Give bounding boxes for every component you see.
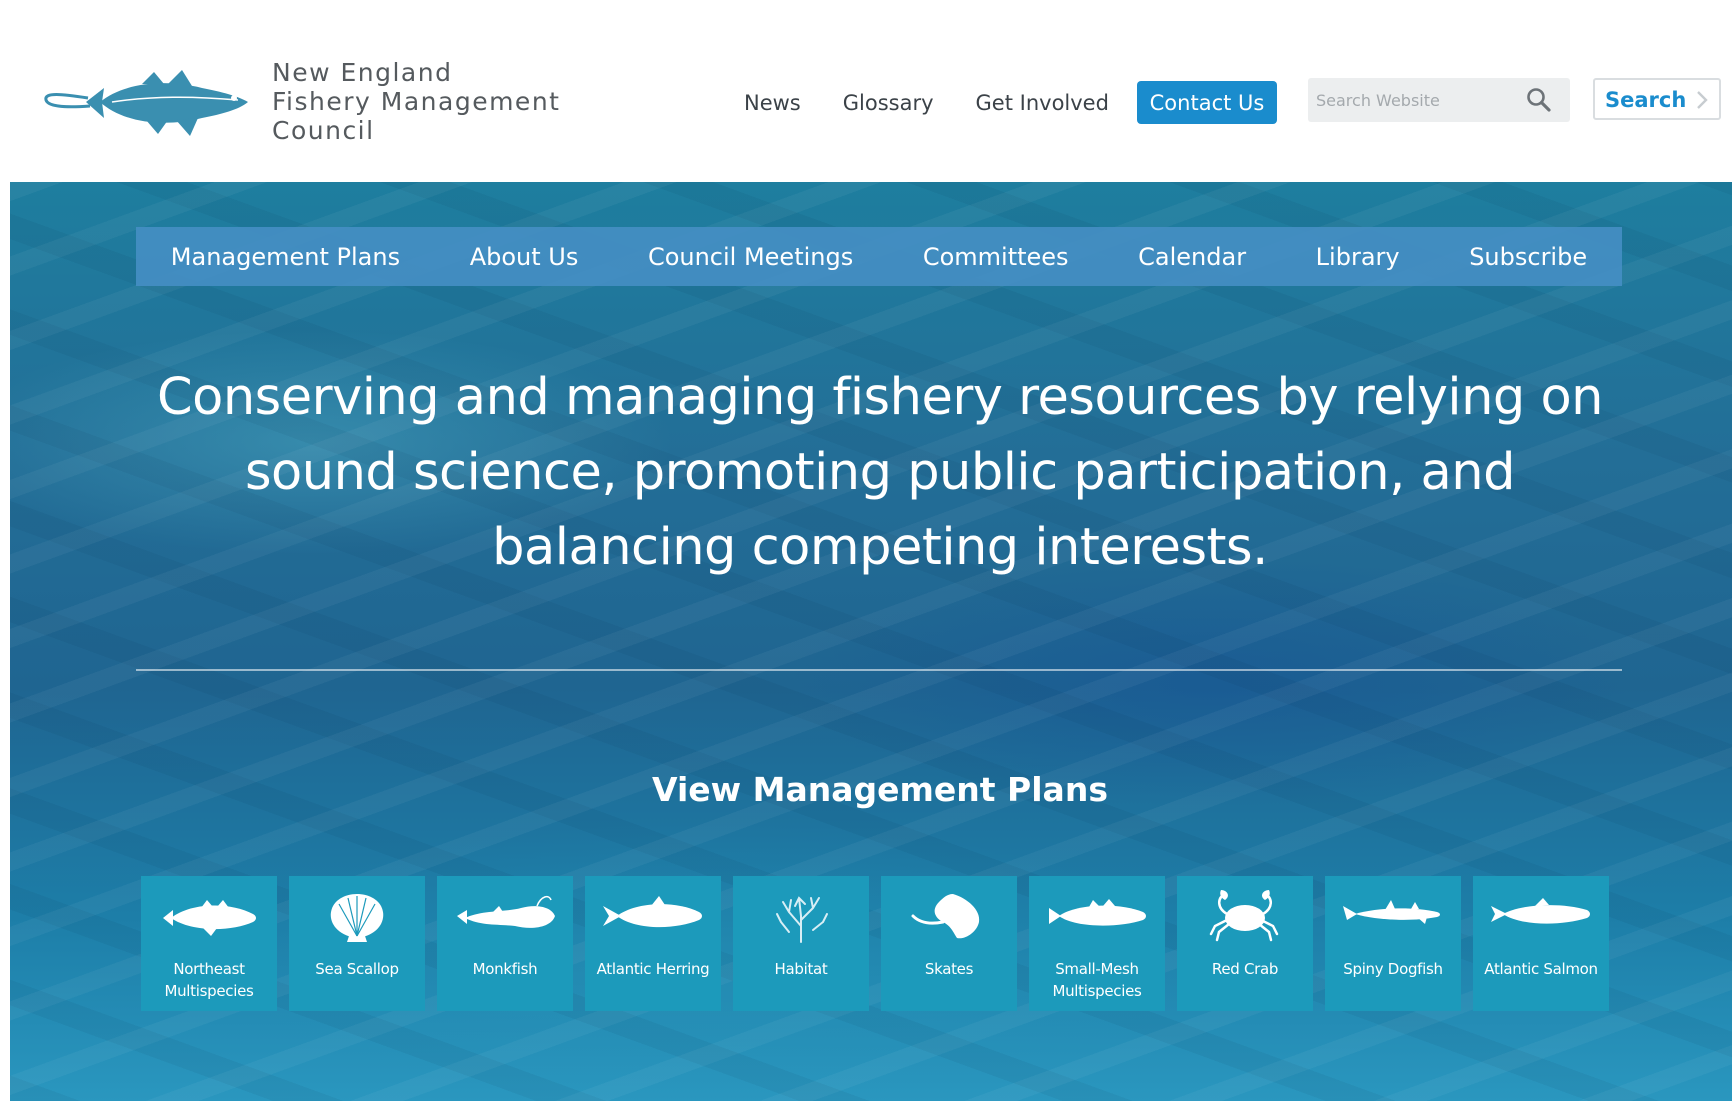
- plan-tile-northeast-multispecies[interactable]: Northeast Multispecies: [141, 876, 277, 1011]
- coral-icon: [776, 896, 828, 943]
- plan-label: Monkfish: [472, 960, 538, 978]
- nav-link-get-involved[interactable]: Get Involved: [976, 91, 1109, 115]
- plan-label: Atlantic Herring: [596, 960, 710, 978]
- utility-nav: News Glossary Get Involved: [744, 82, 1151, 124]
- herring-icon: [603, 896, 702, 928]
- search-button-label: Search: [1605, 88, 1687, 112]
- crab-icon: [1209, 890, 1279, 942]
- plans-heading: View Management Plans: [652, 770, 1108, 809]
- monkfish-icon: [457, 895, 555, 928]
- plan-label: Atlantic Salmon: [1484, 960, 1598, 978]
- plan-tile-skates[interactable]: Skates: [881, 876, 1017, 1011]
- main-nav-library[interactable]: Library: [1316, 243, 1400, 271]
- scallop-icon: [330, 894, 384, 942]
- logo-text: New England Fishery Management Council: [272, 58, 560, 145]
- whiting-icon: [1049, 899, 1146, 926]
- plan-tile-sea-scallop[interactable]: Sea Scallop: [289, 876, 425, 1011]
- nav-link-news[interactable]: News: [744, 91, 801, 115]
- site-logo[interactable]: New England Fishery Management Council: [42, 58, 572, 158]
- hero-section: Management Plans About Us Council Meetin…: [10, 182, 1732, 1101]
- plan-tile-red-crab[interactable]: Red Crab: [1177, 876, 1313, 1011]
- nav-link-glossary[interactable]: Glossary: [843, 91, 934, 115]
- logo-line-2: Fishery Management: [272, 87, 561, 116]
- main-nav-calendar[interactable]: Calendar: [1138, 243, 1246, 271]
- main-nav-about-us[interactable]: About Us: [470, 243, 579, 271]
- search-box: [1308, 78, 1570, 122]
- groundfish-icon: [163, 900, 256, 936]
- plan-tile-atlantic-salmon[interactable]: Atlantic Salmon: [1473, 876, 1609, 1011]
- skate-icon: [911, 894, 980, 939]
- site-header: New England Fishery Management Council N…: [0, 0, 1732, 182]
- plan-label: Small-Mesh Multispecies: [1052, 960, 1142, 1000]
- main-nav-management-plans[interactable]: Management Plans: [171, 243, 400, 271]
- search-icon[interactable]: [1526, 87, 1552, 113]
- dogfish-icon: [1343, 900, 1440, 924]
- mission-tagline: Conserving and managing fishery resource…: [157, 368, 1604, 577]
- salmon-icon: [1491, 898, 1590, 924]
- plan-label: Sea Scallop: [315, 960, 399, 978]
- main-nav-subscribe[interactable]: Subscribe: [1469, 243, 1587, 271]
- logo-line-1: New England: [272, 58, 453, 87]
- main-nav-council-meetings[interactable]: Council Meetings: [648, 243, 853, 271]
- plan-label: Habitat: [774, 960, 828, 978]
- plan-label: Northeast Multispecies: [164, 960, 254, 1000]
- plan-tile-atlantic-herring[interactable]: Atlantic Herring: [585, 876, 721, 1011]
- plan-tile-monkfish[interactable]: Monkfish: [437, 876, 573, 1011]
- management-plan-tiles: Northeast Multispecies Sea Scallop Monkf…: [141, 876, 1621, 1011]
- search-button[interactable]: Search: [1593, 78, 1721, 120]
- plan-label: Red Crab: [1211, 960, 1279, 978]
- plan-tile-small-mesh-multispecies[interactable]: Small-Mesh Multispecies: [1029, 876, 1165, 1011]
- divider: [136, 669, 1622, 671]
- plan-label: Spiny Dogfish: [1343, 960, 1443, 978]
- main-nav-committees[interactable]: Committees: [923, 243, 1069, 271]
- contact-us-button[interactable]: Contact Us: [1137, 81, 1277, 124]
- logo-line-3: Council: [272, 116, 375, 145]
- plan-label: Skates: [924, 960, 974, 978]
- search-input[interactable]: [1308, 78, 1508, 122]
- plan-tile-habitat[interactable]: Habitat: [733, 876, 869, 1011]
- chevron-right-icon: [1697, 91, 1708, 109]
- plan-tile-spiny-dogfish[interactable]: Spiny Dogfish: [1325, 876, 1461, 1011]
- main-nav: Management Plans About Us Council Meetin…: [136, 227, 1622, 286]
- cod-fish-logo-icon: [44, 70, 248, 136]
